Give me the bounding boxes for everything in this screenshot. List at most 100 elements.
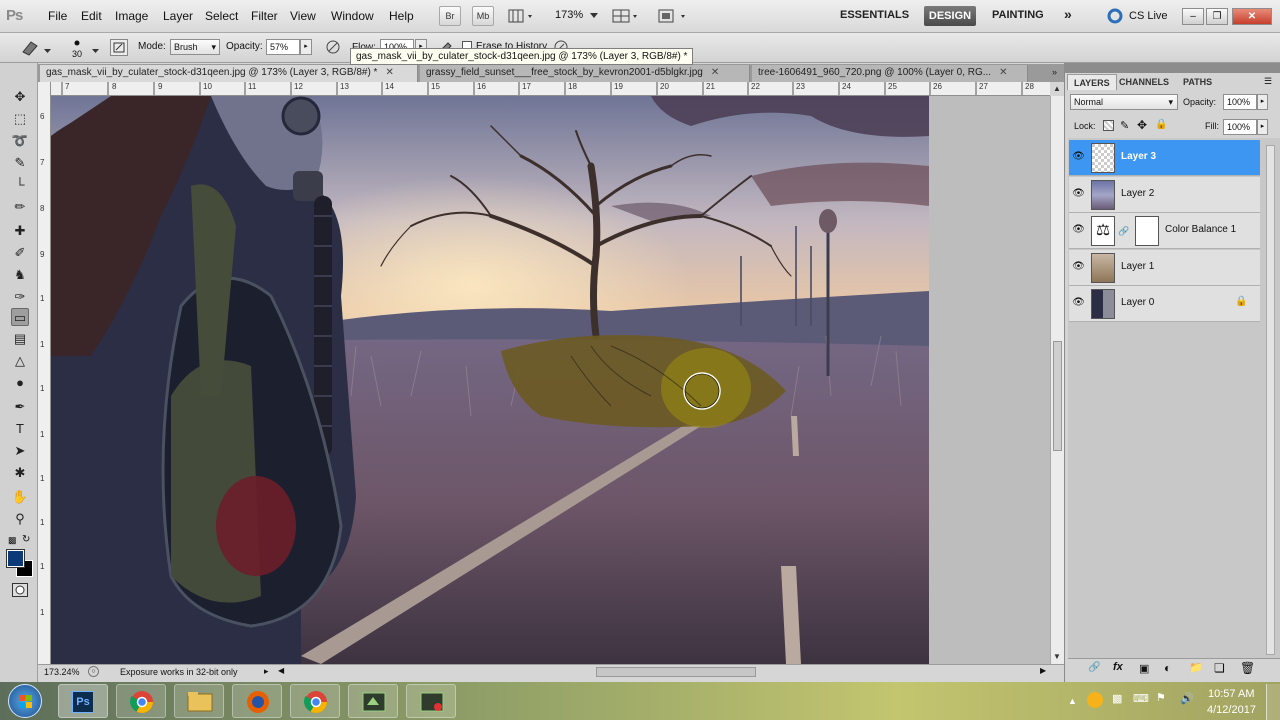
workspace-essentials[interactable]: ESSENTIALS (840, 9, 909, 21)
tab-paths[interactable]: PATHS (1177, 74, 1218, 90)
workspace-design[interactable]: DESIGN (924, 6, 976, 26)
workspace-more-button[interactable]: » (1064, 6, 1072, 22)
menu-layer[interactable]: Layer (163, 9, 193, 23)
zoom-tool-icon[interactable]: ⚲ (11, 510, 29, 528)
view-extras-icon[interactable] (508, 8, 538, 25)
layer-opacity-slider-button[interactable]: ▸ (1257, 94, 1268, 110)
cs-live-button[interactable]: CS Live (1129, 10, 1168, 22)
panel-menu-icon[interactable]: ☰ (1264, 76, 1272, 87)
volume-icon[interactable]: 🔊 (1180, 692, 1194, 705)
lock-pixels-icon[interactable]: ✎ (1120, 119, 1129, 132)
swap-colors-icon[interactable]: ↻ (22, 534, 30, 545)
lock-all-icon[interactable]: 🔒 (1155, 119, 1167, 130)
layers-scrollbar[interactable] (1266, 145, 1275, 655)
layer-row-layer-3[interactable]: 👁 Layer 3 (1069, 140, 1260, 176)
menu-select[interactable]: Select (205, 9, 238, 23)
vertical-scroll-thumb[interactable] (1053, 341, 1062, 451)
clock-time[interactable]: 10:57 AM (1208, 688, 1254, 700)
pressure-opacity-icon[interactable] (324, 38, 342, 56)
clone-stamp-tool-icon[interactable]: ♞ (11, 266, 29, 284)
eyedropper-tool-icon[interactable]: ✏ (11, 198, 29, 216)
status-info-icon[interactable]: ○ (88, 666, 99, 677)
tab-channels[interactable]: CHANNELS (1113, 74, 1175, 90)
show-desktop-button[interactable] (1266, 684, 1280, 720)
type-tool-icon[interactable]: T (11, 420, 29, 438)
brush-tool-icon[interactable]: ✐ (11, 244, 29, 262)
layer-row-layer-2[interactable]: 👁 Layer 2 (1069, 177, 1260, 213)
tab-layers[interactable]: LAYERS (1067, 74, 1117, 90)
panel-dock-header[interactable] (1064, 63, 1280, 73)
scroll-up-icon[interactable]: ▲ (1053, 84, 1061, 93)
tabs-overflow-icon[interactable]: » (1052, 67, 1057, 77)
layer-row-layer-0[interactable]: 👁 Layer 0 🔒 (1069, 286, 1260, 322)
lock-position-icon[interactable]: ✥ (1137, 118, 1147, 132)
menu-window[interactable]: Window (331, 9, 374, 23)
adjustment-layer-icon[interactable]: ◐ (1164, 661, 1171, 675)
default-colors-icon[interactable]: ▩ (8, 535, 17, 546)
visibility-eye-icon[interactable]: 👁 (1072, 260, 1085, 273)
new-group-icon[interactable]: 📁 (1189, 661, 1203, 674)
quick-mask-icon[interactable] (12, 583, 28, 597)
foreground-color-swatch[interactable] (6, 549, 25, 568)
document-canvas[interactable] (51, 96, 929, 664)
opacity-slider-button[interactable]: ▸ (300, 39, 312, 55)
visibility-eye-icon[interactable]: 👁 (1072, 223, 1085, 236)
eraser-tool-icon[interactable]: ▭ (11, 308, 29, 326)
shape-tool-icon[interactable]: ✱ (11, 464, 29, 482)
workspace-painting[interactable]: PAINTING (992, 9, 1044, 21)
vertical-scrollbar[interactable] (1050, 96, 1064, 664)
crop-tool-icon[interactable]: └ (11, 176, 29, 194)
tray-app-icon[interactable] (1087, 692, 1103, 708)
add-mask-icon[interactable]: ▣ (1139, 662, 1149, 675)
visibility-eye-icon[interactable]: 👁 (1072, 150, 1085, 163)
eraser-tool-preset-icon[interactable] (20, 38, 40, 56)
layer-row-layer-1[interactable]: 👁 Layer 1 (1069, 250, 1260, 286)
brush-dropdown-icon[interactable] (92, 45, 100, 53)
marquee-tool-icon[interactable]: ⬚ (11, 110, 29, 128)
layer-opacity-input[interactable]: 100% (1223, 94, 1257, 110)
lock-transparent-icon[interactable] (1103, 120, 1114, 131)
start-button[interactable] (8, 684, 42, 718)
show-hidden-icons[interactable]: ▲ (1068, 696, 1077, 706)
zoom-level[interactable]: 173% (555, 9, 583, 21)
scroll-down-icon[interactable]: ▼ (1053, 652, 1061, 661)
menu-file[interactable]: File (48, 9, 67, 23)
taskbar-explorer[interactable] (174, 684, 224, 718)
menu-view[interactable]: View (290, 9, 316, 23)
screen-mode-icon[interactable] (657, 8, 691, 25)
close-icon[interactable]: ✕ (711, 67, 719, 78)
blur-tool-icon[interactable]: △ (11, 352, 29, 370)
visibility-eye-icon[interactable]: 👁 (1072, 187, 1085, 200)
layer-style-icon[interactable]: fx (1113, 661, 1123, 673)
fill-slider-button[interactable]: ▸ (1257, 119, 1268, 135)
fill-input[interactable]: 100% (1223, 119, 1257, 135)
blend-mode-select[interactable]: Normal ▾ (1070, 94, 1178, 110)
history-brush-tool-icon[interactable]: ✑ (11, 288, 29, 306)
path-selection-tool-icon[interactable]: ➤ (11, 442, 29, 460)
new-layer-icon[interactable]: ❏ (1214, 661, 1225, 675)
mask-link-icon[interactable]: 🔗 (1118, 226, 1129, 237)
restore-button[interactable]: ❐ (1206, 8, 1228, 25)
menu-help[interactable]: Help (389, 9, 414, 23)
layer-row-color-balance-1[interactable]: 👁 ⚖ 🔗 Color Balance 1 (1069, 213, 1260, 249)
healing-brush-tool-icon[interactable]: ✚ (11, 222, 29, 240)
scroll-left-icon[interactable]: ◀ (278, 666, 284, 675)
minibridge-button[interactable]: Mb (472, 6, 494, 26)
preset-dropdown-icon[interactable] (44, 45, 52, 53)
action-center-icon[interactable]: ⚑ (1156, 691, 1166, 704)
visibility-eye-icon[interactable]: 👁 (1072, 296, 1085, 309)
taskbar-firefox[interactable] (232, 684, 282, 718)
scroll-right-icon[interactable]: ▶ (1040, 666, 1046, 675)
network-signal-icon[interactable]: ▩ (1112, 692, 1122, 705)
close-icon[interactable]: ✕ (999, 67, 1007, 78)
tab-grassy-field[interactable]: grassy_field_sunset___free_stock_by_kevr… (420, 65, 750, 82)
hand-tool-icon[interactable]: ✋ (11, 488, 29, 506)
gradient-tool-icon[interactable]: ▤ (11, 330, 29, 348)
horizontal-scroll-thumb[interactable] (596, 667, 756, 677)
minimize-button[interactable]: – (1182, 8, 1204, 25)
menu-filter[interactable]: Filter (251, 9, 278, 23)
taskbar-app-green[interactable] (348, 684, 398, 718)
taskbar-chrome-2[interactable] (290, 684, 340, 718)
link-layers-icon[interactable]: 🔗 (1088, 662, 1100, 673)
clock-date[interactable]: 4/12/2017 (1207, 704, 1256, 716)
